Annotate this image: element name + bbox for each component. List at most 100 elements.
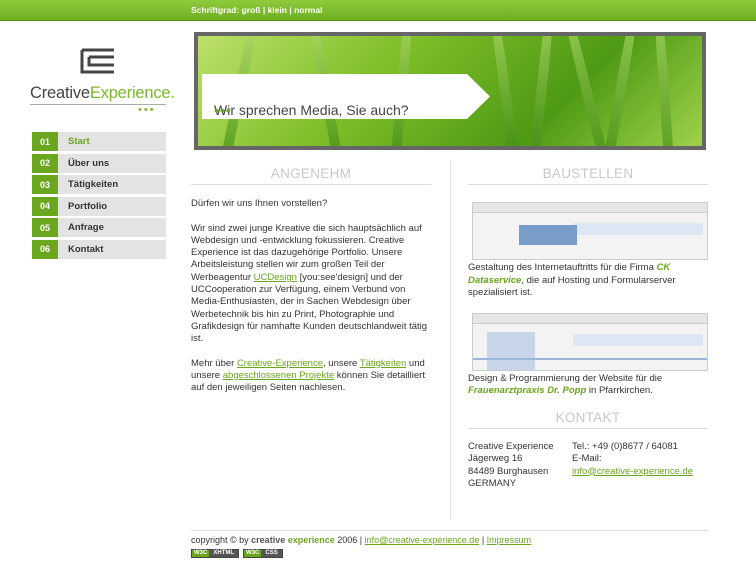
- nav-number: 01: [32, 132, 58, 151]
- thumbnail-nav: [573, 334, 703, 347]
- thumbnail-nav: [573, 223, 703, 236]
- address-line: Creative Experience: [468, 441, 554, 453]
- text: 2006 |: [334, 535, 365, 545]
- section-title-baustellen: BAUSTELLEN: [542, 166, 634, 181]
- divider-line: [468, 428, 708, 430]
- nav-label: Start: [58, 132, 166, 151]
- projects-column: BAUSTELLEN Gestaltung des Internetauftri…: [468, 166, 708, 490]
- frauenarztpraxis-caption: Design & Programmierung der Website für …: [468, 373, 708, 398]
- nav-label: Tätigkeiten: [58, 175, 166, 194]
- intro-column: ANGENEHM Dürfen wir uns Ihnen vorstellen…: [191, 166, 431, 406]
- more-paragraph: Mehr über Creative-Experience, unsere Tä…: [191, 358, 431, 395]
- company-name: Frauenarztpraxis Dr. Popp: [468, 385, 587, 397]
- thumbnail-logo: [519, 225, 577, 246]
- divider-line: [191, 530, 709, 531]
- nav-item-ueber-uns[interactable]: 02 Über uns: [32, 153, 166, 173]
- logo-text-experience: Experience.: [89, 84, 175, 102]
- copyright: copyright © by creative experience 2006 …: [191, 535, 709, 545]
- address: Creative Experience Jägerweg 16 84489 Bu…: [468, 441, 572, 490]
- text: , unsere: [323, 357, 360, 369]
- nav-label: Anfrage: [58, 218, 166, 237]
- logo-wordmark: CreativeExperience.: [30, 84, 175, 103]
- top-bar: Schriftgrad: groß | klein | normal: [0, 0, 756, 21]
- hero-banner: Wir sprechen Media, Sie auch? •••: [194, 32, 706, 150]
- contact-block: Creative Experience Jägerweg 16 84489 Bu…: [468, 441, 708, 490]
- nav-label: Kontakt: [58, 239, 166, 259]
- xhtml-badge[interactable]: W3C XHTML: [191, 549, 240, 558]
- intro-paragraph: Wir sind zwei junge Kreative die sich ha…: [191, 223, 431, 346]
- creative-experience-link[interactable]: Creative-Experience: [237, 358, 323, 369]
- grass-blade: [652, 36, 674, 146]
- nav-item-kontakt[interactable]: 06 Kontakt: [32, 239, 166, 259]
- slogan-label: Wir sprechen Media, Sie auch?: [214, 102, 409, 118]
- badge-right: XHTML: [209, 550, 239, 557]
- thumbnail-logo: [487, 332, 535, 371]
- brand-a: creative: [251, 535, 286, 545]
- email-link[interactable]: info@creative-experience.de: [572, 466, 693, 477]
- frauenarztpraxis-thumbnail[interactable]: [472, 313, 708, 372]
- logo-text-creative: Creative: [30, 84, 90, 102]
- nav-label: Über uns: [58, 153, 166, 173]
- browser-toolbar: [473, 314, 707, 325]
- text: |: [479, 535, 487, 545]
- grass-blade: [604, 36, 642, 146]
- nav-number: 04: [32, 196, 58, 216]
- intro-question: Dürfen wir uns Ihnen vorstellen?: [191, 198, 328, 210]
- email-label: E-Mail:: [572, 453, 602, 465]
- divider-line: [468, 184, 708, 186]
- text: Design & Programmierung der Website für …: [468, 373, 663, 385]
- nav-item-portfolio[interactable]: 04 Portfolio: [32, 196, 166, 216]
- thumbnail-line: [473, 358, 707, 361]
- separator: |: [289, 5, 292, 15]
- browser-toolbar: [473, 203, 707, 214]
- text: Gestaltung des Internetauftritts für die…: [468, 262, 657, 274]
- address-line: 84489 Burghausen: [468, 465, 549, 477]
- ck-dataservice-caption: Gestaltung des Internetauftritts für die…: [468, 262, 708, 299]
- nav-label: Portfolio: [58, 196, 166, 216]
- font-size-normal-link[interactable]: normal: [294, 5, 322, 15]
- column-divider: [450, 160, 451, 520]
- taetigkeiten-link[interactable]: Tätigkeiten: [360, 358, 406, 369]
- font-size-small-link[interactable]: klein: [268, 5, 287, 15]
- slogan-banner: Wir sprechen Media, Sie auch? •••: [202, 74, 490, 119]
- badge-right: CSS: [261, 550, 282, 557]
- main-nav: 01 Start 02 Über uns 03 Tätigkeiten 04 P…: [32, 132, 166, 261]
- ck-dataservice-thumbnail[interactable]: [472, 202, 708, 261]
- site-logo[interactable]: CreativeExperience. •••: [30, 48, 175, 116]
- separator: |: [262, 5, 266, 15]
- ce-logo-icon: [80, 48, 114, 74]
- slogan-dots: •••: [214, 102, 232, 118]
- validator-badges: W3C XHTML W3C CSS: [191, 549, 709, 558]
- grass-blade: [486, 36, 520, 146]
- nav-item-start[interactable]: 01 Start: [32, 132, 166, 151]
- section-title-kontakt: KONTAKT: [555, 409, 621, 425]
- grass-blade: [529, 36, 557, 146]
- font-size-large-link[interactable]: groß: [242, 5, 261, 15]
- nav-item-anfrage[interactable]: 05 Anfrage: [32, 218, 166, 237]
- footer: copyright © by creative experience 2006 …: [191, 530, 709, 558]
- section-title-angenehm: ANGENEHM: [270, 166, 352, 181]
- badge-left: W3C: [244, 550, 262, 557]
- ucdesign-link[interactable]: UCDesign: [254, 272, 297, 283]
- text: in Pfarrkirchen.: [586, 385, 653, 397]
- nav-number: 03: [32, 175, 58, 194]
- address-line: GERMANY: [468, 477, 517, 489]
- text: Mehr über: [191, 357, 237, 369]
- css-badge[interactable]: W3C CSS: [243, 549, 283, 558]
- address-line: Jägerweg 16: [468, 453, 523, 465]
- footer-email-link[interactable]: info@creative-experience.de: [365, 535, 480, 545]
- font-size-label: Schriftgrad:: [191, 5, 240, 15]
- nav-item-taetigkeiten[interactable]: 03 Tätigkeiten: [32, 175, 166, 194]
- nav-number: 02: [32, 153, 58, 173]
- nav-number: 05: [32, 218, 58, 237]
- divider-line: [191, 184, 431, 186]
- badge-left: W3C: [192, 550, 210, 557]
- impressum-link[interactable]: Impressum: [487, 535, 532, 545]
- contact-details: Tel.: +49 (0)8677 / 64081 E-Mail: info@c…: [572, 441, 708, 490]
- brand-b: experience: [287, 535, 335, 545]
- logo-dots: •••: [138, 104, 156, 116]
- nav-number: 06: [32, 239, 58, 259]
- grass-blade: [558, 36, 608, 146]
- phone: Tel.: +49 (0)8677 / 64081: [572, 441, 678, 453]
- projekte-link[interactable]: abgeschlossenen Projekte: [223, 370, 334, 381]
